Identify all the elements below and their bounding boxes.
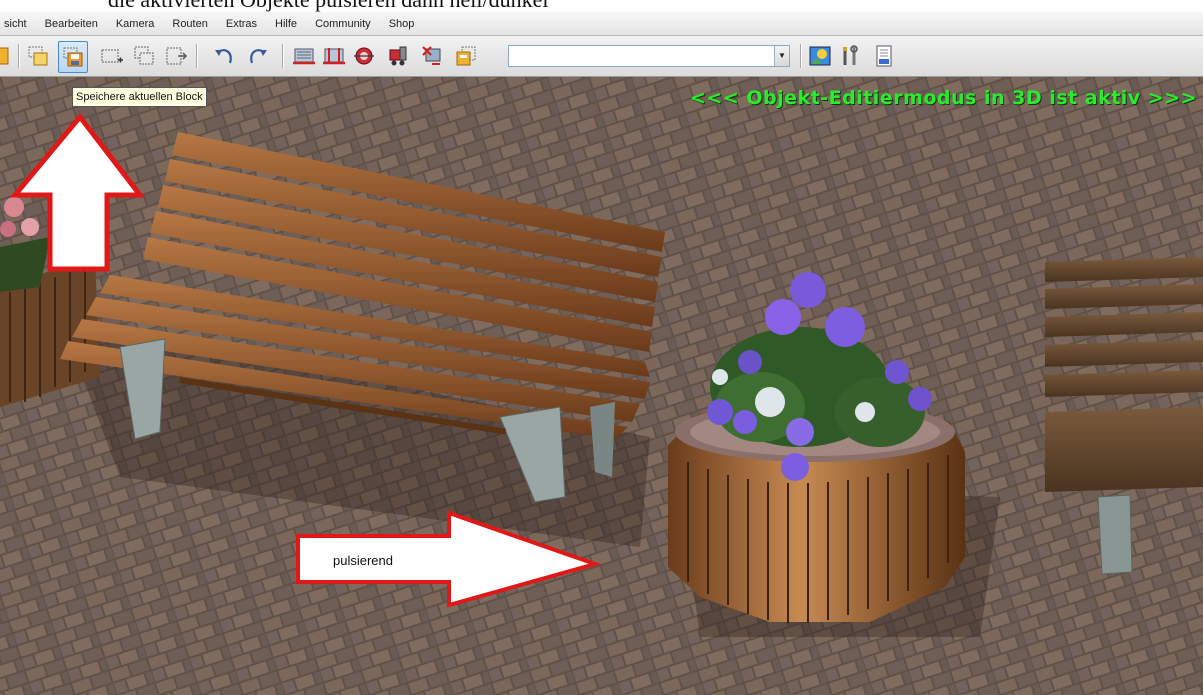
paste-block-icon[interactable] <box>164 44 188 68</box>
save-block-button[interactable] <box>58 41 88 73</box>
toolbar-separator <box>282 44 283 68</box>
tooltip: Speichere aktuellen Block <box>72 87 207 107</box>
track-tool-1-icon[interactable] <box>292 44 316 68</box>
undo-icon[interactable] <box>212 44 236 68</box>
toolbar-separator <box>18 44 19 68</box>
menu-hilfe[interactable]: Hilfe <box>267 18 305 30</box>
clipped-tool-icon[interactable] <box>0 44 10 68</box>
menu-routen[interactable]: Routen <box>164 18 215 30</box>
chevron-down-icon[interactable]: ▼ <box>774 46 789 66</box>
object-select-combobox[interactable]: ▼ <box>508 45 790 67</box>
open-block-icon[interactable] <box>26 44 50 68</box>
select-area-icon[interactable] <box>100 44 124 68</box>
menu-shop[interactable]: Shop <box>381 18 423 30</box>
object-tool-icon[interactable] <box>454 44 478 68</box>
track-tool-2-icon[interactable] <box>322 44 346 68</box>
document-caption: die aktivierten Objekte pulsieren dann h… <box>0 0 1203 12</box>
toolbar-separator <box>800 44 801 68</box>
signal-tool-icon[interactable] <box>420 44 444 68</box>
copy-block-icon[interactable] <box>132 44 156 68</box>
train-tool-icon[interactable] <box>386 44 410 68</box>
track-tool-3-icon[interactable] <box>352 44 376 68</box>
pulsierend-label: pulsierend <box>333 553 393 568</box>
menu-extras[interactable]: Extras <box>218 18 265 30</box>
caption-text: die aktivierten Objekte pulsieren dann h… <box>108 0 548 12</box>
redo-icon[interactable] <box>246 44 270 68</box>
weather-sky-icon[interactable] <box>808 44 832 68</box>
menu-bar: sicht Bearbeiten Kamera Routen Extras Hi… <box>0 12 1203 36</box>
3d-viewport[interactable] <box>0 77 1203 695</box>
tools-icon[interactable] <box>838 44 862 68</box>
lua-script-icon[interactable] <box>872 44 896 68</box>
menu-kamera[interactable]: Kamera <box>108 18 163 30</box>
menu-bearbeiten[interactable]: Bearbeiten <box>37 18 106 30</box>
menu-community[interactable]: Community <box>307 18 379 30</box>
toolbar: ▼ <box>0 36 1203 77</box>
toolbar-separator <box>196 44 197 68</box>
edit-mode-label: <<< Objekt-Editiermodus in 3D ist aktiv … <box>690 87 1198 109</box>
scene-render <box>0 77 1203 695</box>
menu-ansicht[interactable]: sicht <box>0 18 35 30</box>
